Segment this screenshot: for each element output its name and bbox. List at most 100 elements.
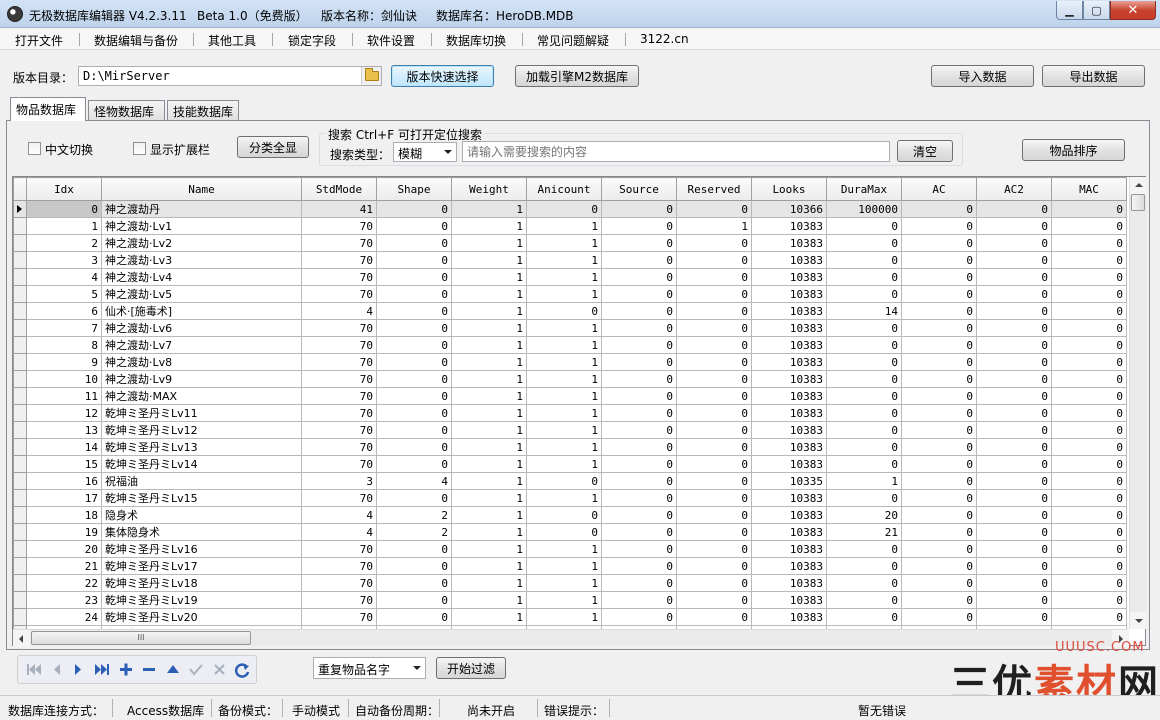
cell-name[interactable]: 乾坤ミ圣丹ミLv14 [101,455,302,473]
cell-anicount[interactable]: 1 [526,574,602,592]
cell-weight[interactable]: 1 [451,234,527,252]
cell-source[interactable]: 0 [601,421,677,439]
cell-shape[interactable]: 0 [376,285,452,303]
cell-shape[interactable]: 0 [376,438,452,456]
cell-anicount[interactable]: 1 [526,591,602,609]
start-filter-button[interactable]: 开始过滤 [436,657,506,679]
table-row[interactable]: 14 乾坤ミ圣丹ミLv13 70 0 1 1 0 0 10383 0 0 0 0 [13,438,1127,456]
cell-ac[interactable]: 0 [901,217,977,235]
first-record-icon[interactable] [27,664,41,675]
cell-anicount[interactable]: 1 [526,557,602,575]
cell-stdmode[interactable]: 70 [301,574,377,592]
cell-ac2[interactable]: 0 [976,557,1052,575]
cell-weight[interactable]: 1 [451,438,527,456]
cell-ac2[interactable]: 0 [976,455,1052,473]
cell-stdmode[interactable]: 70 [301,370,377,388]
cell-shape[interactable]: 0 [376,200,452,218]
cell-anicount[interactable]: 1 [526,387,602,405]
column-header-mac[interactable]: MAC [1051,177,1127,201]
cell-mac[interactable]: 0 [1051,472,1127,490]
cell-stdmode[interactable]: 70 [301,387,377,405]
version-dir-input[interactable]: D:\MirServer [78,66,382,86]
cell-source[interactable]: 0 [601,455,677,473]
cell-weight[interactable]: 1 [451,608,527,626]
table-row[interactable]: 4 神之渡劫·Lv4 70 0 1 1 0 0 10383 0 0 0 0 [13,268,1127,286]
cell-reserved[interactable]: 0 [676,438,752,456]
tab-skill-db[interactable]: 技能数据库 [167,100,239,120]
table-row[interactable]: 10 神之渡劫·Lv9 70 0 1 1 0 0 10383 0 0 0 0 [13,370,1127,388]
cell-idx[interactable]: 23 [26,591,102,609]
cell-mac[interactable]: 0 [1051,319,1127,337]
cell-shape[interactable]: 0 [376,455,452,473]
cell-stdmode[interactable]: 70 [301,540,377,558]
cell-mac[interactable]: 0 [1051,336,1127,354]
cell-stdmode[interactable]: 70 [301,268,377,286]
cell-anicount[interactable]: 1 [526,251,602,269]
cell-name[interactable]: 乾坤ミ圣丹ミLv15 [101,489,302,507]
cell-mac[interactable]: 0 [1051,540,1127,558]
cell-idx[interactable]: 13 [26,421,102,439]
cell-reserved[interactable]: 0 [676,574,752,592]
cell-ac2[interactable]: 0 [976,234,1052,252]
duplicate-filter-select[interactable]: 重复物品名字 [313,657,426,679]
cell-anicount[interactable]: 1 [526,319,602,337]
cell-looks[interactable]: 10383 [751,234,827,252]
cell-reserved[interactable]: 0 [676,336,752,354]
cell-anicount[interactable]: 1 [526,353,602,371]
cell-reserved[interactable]: 0 [676,608,752,626]
cell-shape[interactable]: 0 [376,557,452,575]
cell-ac2[interactable]: 0 [976,319,1052,337]
cell-idx[interactable]: 8 [26,336,102,354]
row-indicator[interactable] [13,251,27,269]
cell-looks[interactable]: 10335 [751,472,827,490]
cell-duramax[interactable]: 0 [826,421,902,439]
cell-ac[interactable]: 0 [901,574,977,592]
cell-ac2[interactable]: 0 [976,404,1052,422]
cell-looks[interactable]: 10383 [751,353,827,371]
show-all-categories-button[interactable]: 分类全显 [237,136,309,158]
row-indicator[interactable] [13,540,27,558]
cell-looks[interactable]: 10383 [751,217,827,235]
cell-stdmode[interactable]: 4 [301,302,377,320]
table-row[interactable]: 13 乾坤ミ圣丹ミLv12 70 0 1 1 0 0 10383 0 0 0 0 [13,421,1127,439]
cell-ac[interactable]: 0 [901,591,977,609]
cell-mac[interactable]: 0 [1051,421,1127,439]
cell-mac[interactable]: 0 [1051,268,1127,286]
chinese-switch-checkbox[interactable] [28,142,41,155]
row-indicator[interactable] [13,336,27,354]
cell-idx[interactable]: 18 [26,506,102,524]
column-header-anicount[interactable]: Anicount [526,177,602,201]
cell-weight[interactable]: 1 [451,200,527,218]
row-indicator[interactable] [13,200,27,218]
cell-source[interactable]: 0 [601,608,677,626]
cell-looks[interactable]: 10383 [751,574,827,592]
cell-duramax[interactable]: 0 [826,608,902,626]
cell-ac[interactable]: 0 [901,506,977,524]
cell-anicount[interactable]: 0 [526,506,602,524]
cell-ac2[interactable]: 0 [976,591,1052,609]
cell-ac[interactable]: 0 [901,234,977,252]
cell-ac[interactable]: 0 [901,251,977,269]
cell-mac[interactable]: 0 [1051,370,1127,388]
cell-ac2[interactable]: 0 [976,353,1052,371]
cell-reserved[interactable]: 0 [676,421,752,439]
table-row[interactable]: 18 隐身术 4 2 1 0 0 0 10383 20 0 0 0 [13,506,1127,524]
cell-looks[interactable]: 10383 [751,591,827,609]
cell-source[interactable]: 0 [601,268,677,286]
cell-mac[interactable]: 0 [1051,285,1127,303]
cell-duramax[interactable]: 0 [826,540,902,558]
cell-duramax[interactable]: 0 [826,268,902,286]
cell-ac2[interactable]: 0 [976,387,1052,405]
cell-reserved[interactable]: 0 [676,387,752,405]
column-header-ac[interactable]: AC [901,177,977,201]
cell-anicount[interactable]: 0 [526,200,602,218]
cell-looks[interactable]: 10383 [751,506,827,524]
table-row[interactable]: 8 神之渡劫·Lv7 70 0 1 1 0 0 10383 0 0 0 0 [13,336,1127,354]
cell-reserved[interactable]: 0 [676,557,752,575]
cell-looks[interactable]: 10383 [751,608,827,626]
cell-name[interactable]: 仙术·[施毒术] [101,302,302,320]
cell-stdmode[interactable]: 70 [301,557,377,575]
cell-shape[interactable]: 0 [376,404,452,422]
table-row[interactable]: 23 乾坤ミ圣丹ミLv19 70 0 1 1 0 0 10383 0 0 0 0 [13,591,1127,609]
cell-ac[interactable]: 0 [901,523,977,541]
